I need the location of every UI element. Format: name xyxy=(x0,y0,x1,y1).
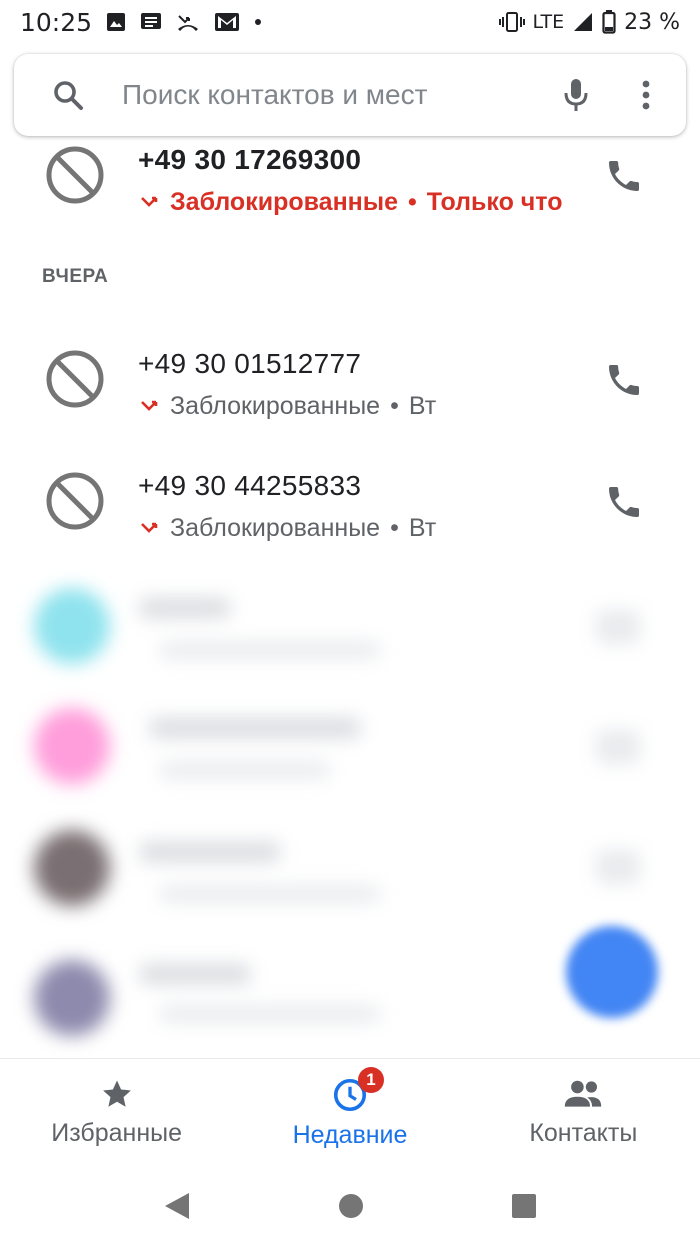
back-icon[interactable] xyxy=(163,1191,191,1221)
star-icon xyxy=(100,1077,134,1111)
avatar xyxy=(34,708,110,784)
message-icon xyxy=(140,12,162,32)
call-time: Только что xyxy=(426,188,563,216)
call-meta: Заблокированные • Вт xyxy=(138,392,436,421)
avatar xyxy=(34,588,110,664)
missed-call-arrow-icon xyxy=(138,192,160,214)
search-input[interactable]: Поиск контактов и мест xyxy=(122,79,546,111)
notification-badge: 1 xyxy=(357,1067,384,1093)
call-status: Заблокированные xyxy=(170,188,399,216)
call-status: Заблокированные xyxy=(170,514,381,542)
status-time: 10:25 xyxy=(20,7,93,37)
dot-icon xyxy=(254,18,262,26)
system-nav xyxy=(0,1168,700,1244)
nav-contacts[interactable]: Контакты xyxy=(467,1059,700,1169)
bottom-nav: Избранные 1 Недавние Контакты xyxy=(0,1058,700,1169)
redacted-text xyxy=(160,1006,380,1022)
home-icon[interactable] xyxy=(338,1193,364,1219)
section-header-yesterday: ВЧЕРА xyxy=(42,266,109,287)
phone-icon xyxy=(596,730,640,764)
nav-recent[interactable]: 1 Недавние xyxy=(233,1059,466,1169)
nav-favorites[interactable]: Избранные xyxy=(0,1059,233,1169)
call-separator: • xyxy=(390,514,399,542)
call-status: Заблокированные xyxy=(170,392,381,420)
call-number: +49 30 01512777 xyxy=(138,348,362,379)
search-icon[interactable] xyxy=(14,79,122,111)
phone-icon xyxy=(596,610,640,644)
battery-icon xyxy=(602,10,616,34)
blocked-icon xyxy=(44,470,106,532)
redacted-text xyxy=(160,762,330,778)
call-row[interactable]: +49 30 01512777 Заблокированные • Вт xyxy=(0,326,700,436)
mic-icon[interactable] xyxy=(546,77,606,113)
missed-call-arrow-icon xyxy=(138,396,160,418)
call-time: Вт xyxy=(408,392,437,420)
call-separator: • xyxy=(390,392,399,420)
phone-icon[interactable] xyxy=(604,482,644,522)
dialpad-fab[interactable] xyxy=(566,926,658,1018)
phone-icon[interactable] xyxy=(604,360,644,400)
phone-icon xyxy=(596,850,640,884)
call-meta: Заблокированные • Только что xyxy=(138,188,563,217)
phone-icon[interactable] xyxy=(604,156,644,196)
network-type: LTE xyxy=(532,11,565,33)
missed-call-icon xyxy=(176,12,200,32)
call-number: +49 30 17269300 xyxy=(138,144,362,175)
image-icon xyxy=(106,12,126,32)
redacted-text xyxy=(140,598,230,618)
battery-percent: 23 % xyxy=(624,9,680,35)
redacted-text xyxy=(140,964,250,984)
nav-contacts-label: Контакты xyxy=(529,1119,638,1147)
call-row[interactable]: +49 30 17269300 Заблокированные • Только… xyxy=(0,122,700,232)
recents-icon[interactable] xyxy=(511,1193,537,1219)
missed-call-arrow-icon xyxy=(138,518,160,540)
vibrate-icon xyxy=(498,11,525,33)
more-options-icon[interactable] xyxy=(606,80,686,110)
avatar xyxy=(34,960,110,1036)
nav-recent-label: Недавние xyxy=(292,1121,408,1149)
status-bar: 10:25 LTE 23 % xyxy=(0,0,700,44)
redacted-text xyxy=(160,886,380,902)
call-row[interactable]: +49 30 44255833 Заблокированные • Вт xyxy=(0,448,700,558)
redacted-text xyxy=(150,718,360,738)
call-meta: Заблокированные • Вт xyxy=(138,514,436,543)
call-number: +49 30 44255833 xyxy=(138,470,362,501)
call-time: Вт xyxy=(408,514,437,542)
call-separator: • xyxy=(408,188,417,216)
nav-favorites-label: Избранные xyxy=(51,1119,183,1147)
people-icon xyxy=(562,1077,604,1111)
gmail-icon xyxy=(214,12,240,32)
avatar xyxy=(34,830,110,906)
redacted-text xyxy=(160,642,380,658)
redacted-text xyxy=(140,842,280,862)
signal-icon xyxy=(572,11,594,33)
blocked-icon xyxy=(44,144,106,206)
blocked-icon xyxy=(44,348,106,410)
